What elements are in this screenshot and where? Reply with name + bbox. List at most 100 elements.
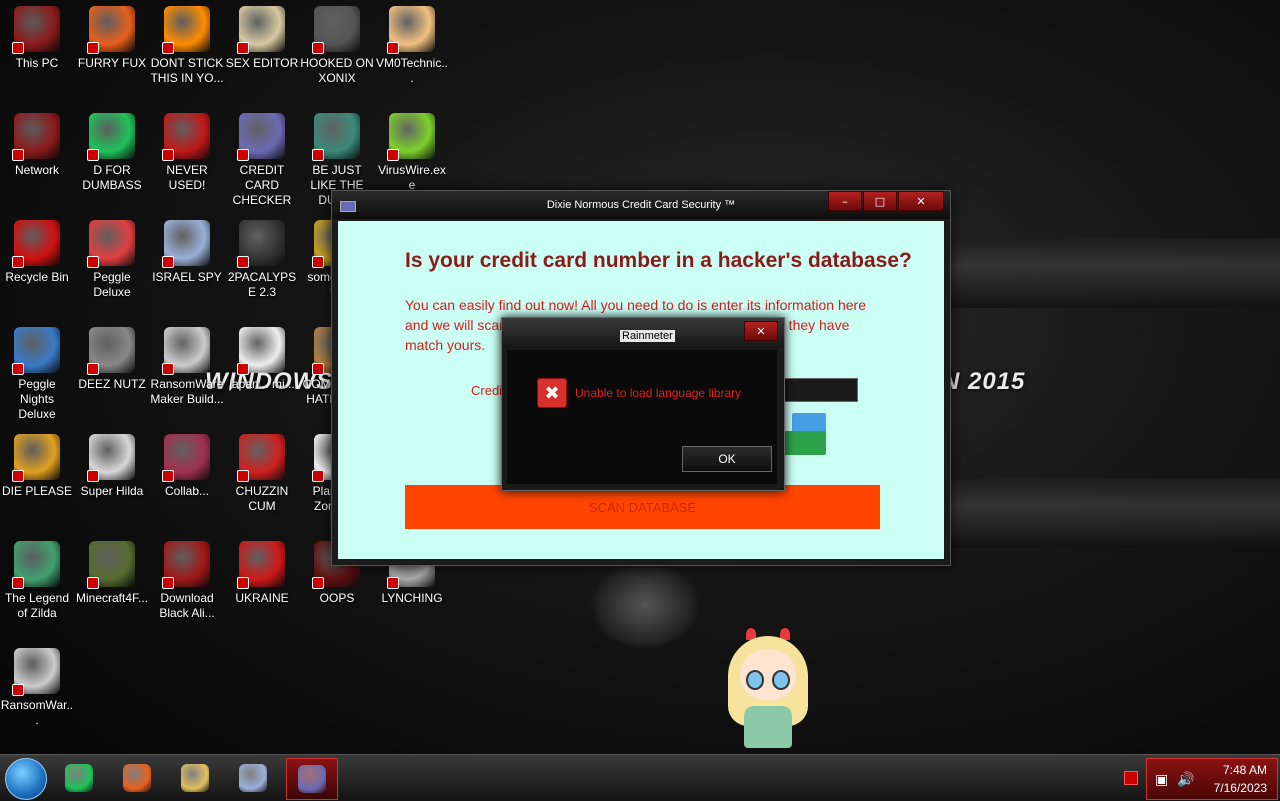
desktop-icon[interactable]: japan... mi... bbox=[225, 327, 299, 392]
credit-card-input[interactable] bbox=[776, 378, 858, 402]
shortcut-arrow-icon bbox=[237, 577, 249, 589]
desktop-icon[interactable]: CREDIT CARD CHECKER bbox=[225, 113, 299, 208]
ok-button[interactable]: OK bbox=[682, 446, 772, 472]
taskbar-item-file-explorer[interactable] bbox=[170, 758, 220, 798]
shortcut-arrow-icon bbox=[87, 577, 99, 589]
recycle-bin-icon bbox=[12, 220, 60, 268]
desktop-icon[interactable]: D FOR DUMBASS bbox=[75, 113, 149, 193]
wallpaper-orb bbox=[590, 560, 700, 650]
headline: Is your credit card number in a hacker's… bbox=[405, 249, 912, 272]
scan-database-button[interactable]: SCAN DATABASE bbox=[405, 485, 880, 529]
windows-stack-icon bbox=[87, 327, 135, 375]
desktop-icon-label: Recycle Bin bbox=[5, 270, 69, 284]
desktop-icon[interactable]: ISRAEL SPY bbox=[150, 220, 224, 285]
start-button[interactable] bbox=[5, 758, 47, 800]
taskbar-item-chat-app[interactable] bbox=[54, 758, 104, 798]
desktop-icon[interactable]: The Legend of Zilda bbox=[0, 541, 74, 621]
shortcut-arrow-icon bbox=[87, 363, 99, 375]
shortcut-arrow-icon bbox=[12, 577, 24, 589]
chat-icon bbox=[65, 764, 93, 792]
shortcut-arrow-icon bbox=[387, 149, 399, 161]
maximize-button[interactable]: □ bbox=[863, 191, 897, 211]
shortcut-arrow-icon bbox=[87, 256, 99, 268]
document-icon bbox=[237, 327, 285, 375]
desktop-icon[interactable]: NEVER USED! bbox=[150, 113, 224, 193]
shortcut-arrow-icon bbox=[312, 256, 324, 268]
desktop-icon[interactable]: RansomWare Maker Build... bbox=[150, 327, 224, 407]
desktop-icon[interactable]: UKRAINE bbox=[225, 541, 299, 606]
desktop-icon-label: NEVER USED! bbox=[166, 163, 208, 192]
desktop-icon-label: Collab... bbox=[164, 484, 210, 498]
desktop-icon[interactable]: Network bbox=[0, 113, 74, 178]
shortcut-arrow-icon bbox=[387, 42, 399, 54]
clock-date[interactable]: 7/16/2023 bbox=[1214, 781, 1267, 795]
minimize-button[interactable]: – bbox=[828, 191, 862, 211]
dialog-close-button[interactable]: ✕ bbox=[744, 321, 778, 341]
shortcut-arrow-icon bbox=[162, 470, 174, 482]
desktop-icon[interactable]: Download Black Ali... bbox=[150, 541, 224, 621]
desktop-icon-label: 2PACALYPSE 2.3 bbox=[227, 270, 297, 299]
desktop-icon[interactable]: VM0Technic... bbox=[375, 6, 449, 86]
wallpaper-text-right: N 2015 bbox=[942, 368, 1026, 395]
lime-icon bbox=[387, 113, 435, 161]
window-controls: – □ ✕ bbox=[827, 191, 944, 211]
desktop-icon-label: CREDIT CARD CHECKER bbox=[232, 163, 292, 207]
desktop-icon[interactable]: Recycle Bin bbox=[0, 220, 74, 285]
desktop-icon[interactable]: FURRY FUX bbox=[75, 6, 149, 71]
desktop-icon[interactable]: 2PACALYPSE 2.3 bbox=[225, 220, 299, 300]
desktop-icon[interactable]: SEX EDITOR bbox=[225, 6, 299, 71]
desktop-icon[interactable]: RansomWar... bbox=[0, 648, 74, 728]
close-button[interactable]: ✕ bbox=[898, 191, 944, 211]
desktop-icon-label: Peggle Deluxe bbox=[93, 270, 131, 299]
shortcut-arrow-icon bbox=[12, 470, 24, 482]
dialog-titlebar[interactable]: Rainmeter ✕ bbox=[502, 318, 784, 348]
volume-icon[interactable]: 🔊 bbox=[1177, 772, 1194, 788]
taskbar-item-credit-card-checker[interactable] bbox=[286, 758, 338, 800]
desktop-icon[interactable]: DIE PLEASE bbox=[0, 434, 74, 499]
shortcut-arrow-icon bbox=[237, 256, 249, 268]
network-icon[interactable]: ▣ bbox=[1155, 772, 1168, 788]
desktop-icon-label: Network bbox=[14, 163, 59, 177]
desktop-icon[interactable]: Super Hilda bbox=[75, 434, 149, 499]
skull-icon bbox=[12, 648, 60, 696]
action-center-flag-icon[interactable] bbox=[1124, 771, 1138, 785]
desktop-icon[interactable]: DONT STICK THIS IN YO... bbox=[150, 6, 224, 86]
desktop-icon[interactable]: Collab... bbox=[150, 434, 224, 499]
desktop-icon[interactable]: CHUZZIN CUM bbox=[225, 434, 299, 514]
desktop-icon-label: LYNCHING bbox=[381, 591, 443, 605]
desktop-icon[interactable]: This PC bbox=[0, 6, 74, 71]
clock-time[interactable]: 7:48 AM bbox=[1223, 763, 1267, 777]
desktop-icon[interactable]: DEEZ NUTZ bbox=[75, 327, 149, 392]
credit-cards-image bbox=[778, 413, 830, 457]
santa-icon bbox=[312, 113, 360, 161]
dialog-title: Rainmeter bbox=[620, 330, 675, 342]
desktop-icon[interactable]: HOOKED ON XONIX bbox=[300, 6, 374, 86]
hxd-icon bbox=[237, 6, 285, 54]
desktop-icon[interactable]: Peggle Nights Deluxe bbox=[0, 327, 74, 422]
desktop-icon-label: japan... mi... bbox=[229, 377, 295, 391]
credit-card-icon bbox=[237, 113, 285, 161]
desktop-icon-label: Super Hilda bbox=[80, 484, 144, 498]
desktop-icon-label: ISRAEL SPY bbox=[152, 270, 222, 284]
taskbar-item-rainmeter[interactable] bbox=[228, 758, 278, 798]
error-message: Unable to load language library bbox=[575, 386, 742, 400]
desktop-icon-label: SEX EDITOR bbox=[225, 56, 299, 70]
desktop-icon-label: RansomWare Maker Build... bbox=[150, 377, 224, 406]
shortcut-arrow-icon bbox=[237, 149, 249, 161]
de-icon bbox=[12, 434, 60, 482]
desktop-icon-label: DEEZ NUTZ bbox=[78, 377, 146, 391]
desktop-icon-label: UKRAINE bbox=[235, 591, 289, 605]
desktop-icon[interactable]: Peggle Deluxe bbox=[75, 220, 149, 300]
taskbar-item-firefox[interactable] bbox=[112, 758, 162, 798]
window-titlebar[interactable]: Dixie Normous Credit Card Security ™ – □… bbox=[332, 191, 950, 219]
rainmeter-error-dialog[interactable]: Rainmeter ✕ ✖ Unable to load language li… bbox=[501, 317, 785, 491]
desktop-icon-label: D FOR DUMBASS bbox=[82, 163, 142, 192]
desktop-icon[interactable]: Minecraft4F... bbox=[75, 541, 149, 606]
collab-icon bbox=[162, 434, 210, 482]
shortcut-arrow-icon bbox=[312, 470, 324, 482]
desktop-icon[interactable]: VirusWire.exe bbox=[375, 113, 449, 193]
shortcut-arrow-icon bbox=[312, 363, 324, 375]
xonix-icon bbox=[312, 6, 360, 54]
desktop-icon-label: OOPS bbox=[319, 591, 355, 605]
shortcut-arrow-icon bbox=[162, 363, 174, 375]
